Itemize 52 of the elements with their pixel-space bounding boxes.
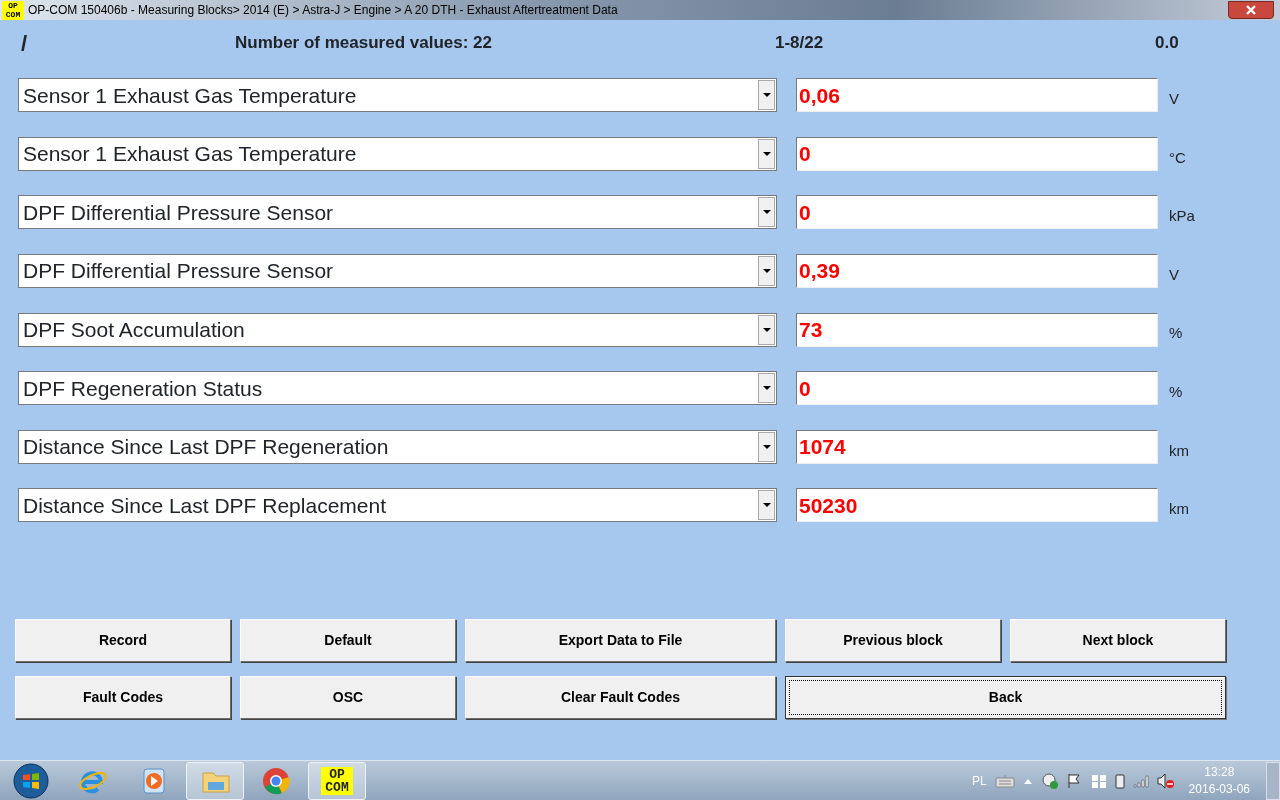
unit-label: kPa xyxy=(1169,206,1195,227)
close-button[interactable] xyxy=(1228,1,1274,19)
close-icon xyxy=(1245,5,1257,15)
value-field: 0 xyxy=(796,136,1158,171)
taskbar-app[interactable]: OP COM xyxy=(308,761,366,800)
unit-label: V xyxy=(1169,264,1179,285)
parameter-dropdown[interactable]: DPF Differential Pressure Sensor xyxy=(18,195,777,230)
value-field: 0,06 xyxy=(796,78,1158,113)
window-title: OP-COM 150406b - Measuring Blocks> 2014 (E) > Astra-J > Engine > A 20 DTH - Exhaust Aftertreatment Data xyxy=(28,2,618,19)
battery-icon xyxy=(1114,772,1125,789)
speaker-muted-icon xyxy=(1156,772,1175,789)
app-logo: OP COM xyxy=(2,0,24,20)
parameter-dropdown[interactable]: DPF Regeneration Status xyxy=(18,371,777,406)
action-button[interactable]: Previous block xyxy=(785,619,1001,662)
parameter-dropdown[interactable]: Distance Since Last DPF Regeneration xyxy=(18,429,777,464)
value-field: 0,39 xyxy=(796,254,1158,289)
parameter-dropdown[interactable]: DPF Differential Pressure Sensor xyxy=(18,254,777,289)
action-button[interactable]: Next block xyxy=(1010,619,1226,662)
show-desktop-button[interactable] xyxy=(1266,761,1280,800)
start-orb-icon xyxy=(12,761,50,800)
measured-count: Number of measured values: 22 xyxy=(234,32,493,55)
unit-label: V xyxy=(1169,89,1179,110)
taskbar-app[interactable] xyxy=(186,761,244,800)
action-button[interactable]: Record xyxy=(15,619,231,662)
status-indicator: / xyxy=(20,29,29,58)
value-field: 1074 xyxy=(796,429,1158,464)
value-field: 0 xyxy=(796,195,1158,230)
header-value: 0.0 xyxy=(1155,32,1180,55)
action-button[interactable]: Fault Codes xyxy=(15,676,231,719)
unit-label: % xyxy=(1169,323,1183,344)
value-field: 73 xyxy=(796,312,1158,347)
parameter-dropdown[interactable]: Sensor 1 Exhaust Gas Temperature xyxy=(18,78,777,113)
action-button[interactable]: Export Data to File xyxy=(465,619,776,662)
action-button[interactable]: Clear Fault Codes xyxy=(465,676,776,719)
unit-label: km xyxy=(1169,440,1189,461)
block-range: 1-8/22 xyxy=(775,32,825,55)
action-button[interactable]: OSC xyxy=(240,676,456,719)
action-button[interactable]: Default xyxy=(240,619,456,662)
keyboard-icon xyxy=(994,773,1015,788)
value-field: 0 xyxy=(796,371,1158,406)
gear-check-icon xyxy=(1040,771,1059,790)
unit-label: % xyxy=(1169,382,1183,402)
windows-icon xyxy=(1090,772,1107,789)
parameter-dropdown[interactable]: DPF Soot Accumulation xyxy=(18,312,777,347)
parameter-dropdown[interactable]: Sensor 1 Exhaust Gas Temperature xyxy=(18,136,777,171)
signal-icon xyxy=(1132,773,1149,788)
unit-label: km xyxy=(1169,499,1189,520)
parameter-dropdown[interactable]: Distance Since Last DPF Replacement xyxy=(18,488,777,523)
unit-label: °C xyxy=(1169,147,1186,168)
value-field: 50230 xyxy=(796,488,1158,523)
flag-icon xyxy=(1066,772,1083,789)
action-button[interactable]: Back xyxy=(785,676,1226,719)
